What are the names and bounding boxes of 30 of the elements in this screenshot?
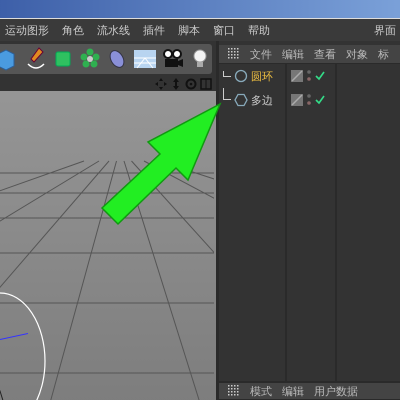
- panel-grip-icon[interactable]: [228, 48, 240, 60]
- pen-icon[interactable]: [25, 46, 47, 72]
- tree-connector-line: [223, 71, 231, 77]
- menu-item[interactable]: 编辑: [282, 384, 304, 398]
- object-name[interactable]: 圆环: [251, 68, 273, 84]
- visibility-dots-icon[interactable]: [307, 93, 311, 107]
- menu-item[interactable]: 编辑: [282, 46, 304, 62]
- menu-item[interactable]: 角色: [62, 22, 84, 38]
- menu-item[interactable]: 模式: [250, 384, 272, 398]
- menu-item[interactable]: 文件: [250, 46, 272, 62]
- panel-grip-icon[interactable]: [228, 385, 240, 397]
- object-name[interactable]: 多边: [251, 92, 273, 108]
- menu-item[interactable]: 对象: [346, 46, 368, 62]
- menu-item[interactable]: 窗口: [213, 22, 235, 38]
- layout-label[interactable]: 界面: [374, 22, 396, 38]
- menu-item[interactable]: 标: [378, 46, 389, 62]
- check-icon[interactable]: [315, 71, 325, 81]
- menu-item[interactable]: 脚本: [178, 22, 200, 38]
- menu-item[interactable]: 插件: [143, 22, 165, 38]
- visibility-dots-icon[interactable]: [307, 69, 311, 83]
- axis-line: [0, 333, 28, 340]
- menu-item[interactable]: 用户数据: [314, 384, 358, 398]
- check-icon[interactable]: [315, 95, 325, 105]
- menu-item[interactable]: 运动图形: [5, 22, 49, 38]
- menu-item[interactable]: 帮助: [248, 22, 270, 38]
- tree-connector-line: [223, 88, 231, 100]
- menu-item[interactable]: 流水线: [97, 22, 130, 38]
- circle-icon: [234, 69, 248, 83]
- hexagon-icon: [234, 93, 248, 107]
- menu-item[interactable]: 查看: [314, 46, 336, 62]
